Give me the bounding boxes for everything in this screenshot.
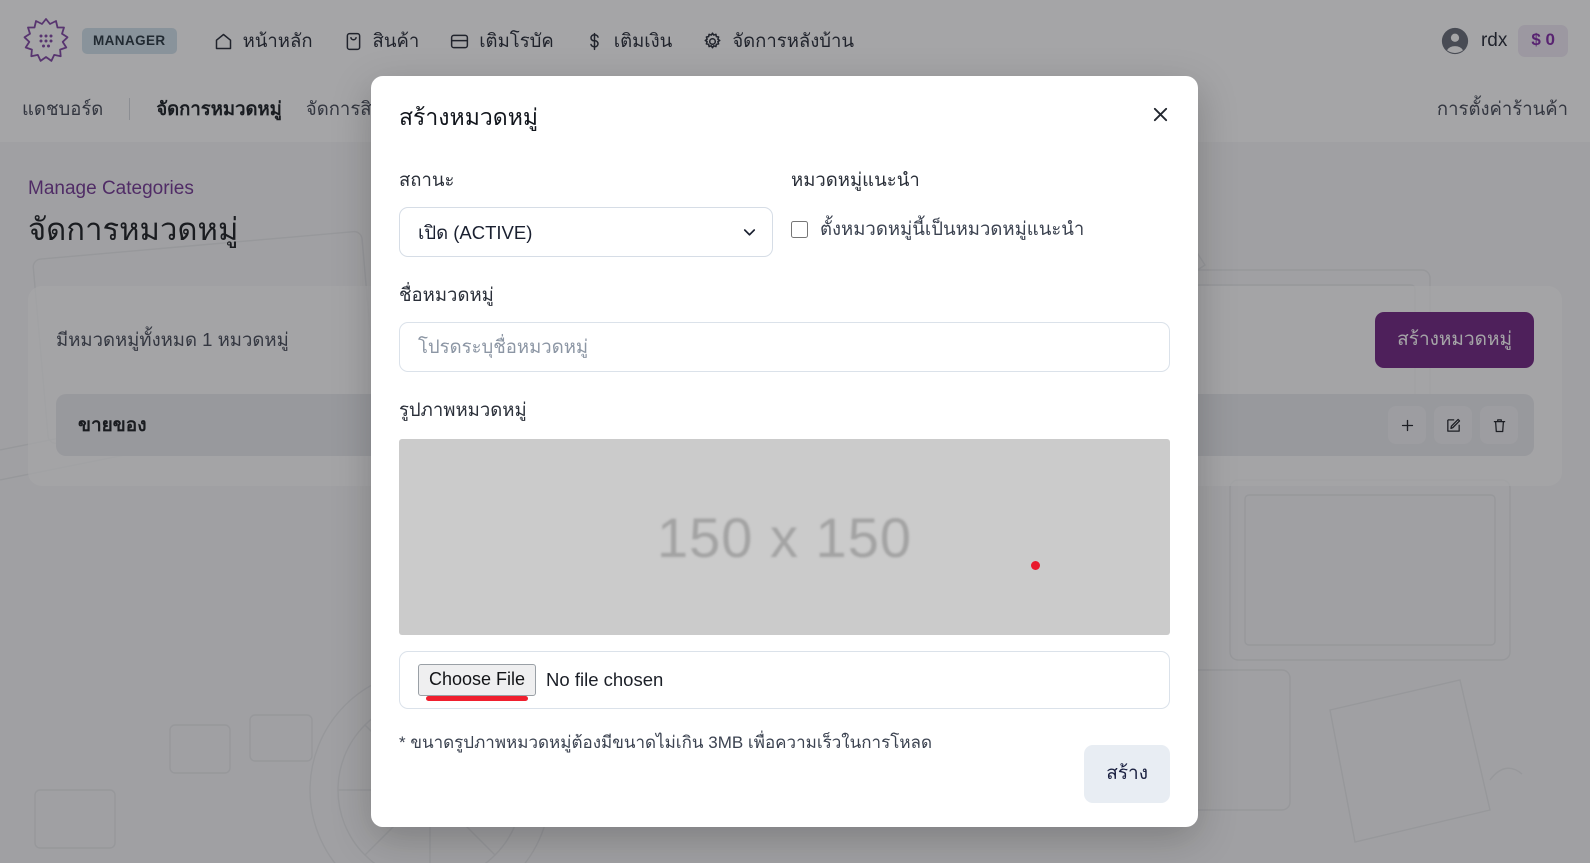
submit-create-button[interactable]: สร้าง (1084, 745, 1170, 803)
category-name-input[interactable] (399, 322, 1170, 372)
choose-file-label: Choose File (429, 669, 526, 689)
modal-title: สร้างหมวดหมู่ (399, 104, 539, 130)
category-image-label: รูปภาพหมวดหมู่ (399, 399, 527, 420)
modal-close-button[interactable] (1142, 96, 1178, 132)
status-label: สถานะ (399, 169, 455, 190)
choose-file-button[interactable]: Choose File (418, 664, 537, 701)
status-select[interactable]: เปิด (ACTIVE) ปิด (INACTIVE) (399, 207, 773, 257)
featured-checkbox[interactable] (791, 221, 808, 238)
close-icon (1153, 107, 1167, 121)
featured-label: หมวดหมู่แนะนำ (791, 169, 920, 190)
category-name-group: ชื่อหมวดหมู่ (399, 281, 1170, 372)
image-size-hint: * ขนาดรูปภาพหมวดหมู่ต้องมีขนาดไม่เกิน 3M… (399, 733, 932, 752)
status-select-wrapper: เปิด (ACTIVE) ปิด (INACTIVE) (399, 207, 773, 257)
modal-top-row: สถานะ เปิด (ACTIVE) ปิด (INACTIVE) หมวดห… (399, 166, 1170, 257)
featured-field-group: หมวดหมู่แนะนำ ตั้งหมวดหมู่นี้เป็นหมวดหมู… (791, 166, 1170, 257)
file-status-label: No file chosen (546, 669, 664, 690)
create-category-modal: สร้างหมวดหมู่ สถานะ เปิด (ACTIVE) ปิด (I… (371, 76, 1198, 827)
status-field-group: สถานะ เปิด (ACTIVE) ปิด (INACTIVE) (399, 166, 773, 257)
featured-checkbox-row: ตั้งหมวดหมู่นี้เป็นหมวดหมู่แนะนำ (791, 215, 1170, 244)
category-name-label: ชื่อหมวดหมู่ (399, 284, 494, 305)
category-image-group: รูปภาพหมวดหมู่ 150 x 150 Choose File No … (399, 396, 1170, 756)
annotation-underline (426, 696, 529, 701)
featured-checkbox-label[interactable]: ตั้งหมวดหมู่นี้เป็นหมวดหมู่แนะนำ (820, 215, 1084, 244)
modal-footer: สร้าง (1084, 745, 1170, 803)
file-input-row[interactable]: Choose File No file chosen (399, 651, 1170, 709)
image-placeholder-text: 150 x 150 (657, 505, 912, 569)
image-preview: 150 x 150 (399, 439, 1170, 635)
